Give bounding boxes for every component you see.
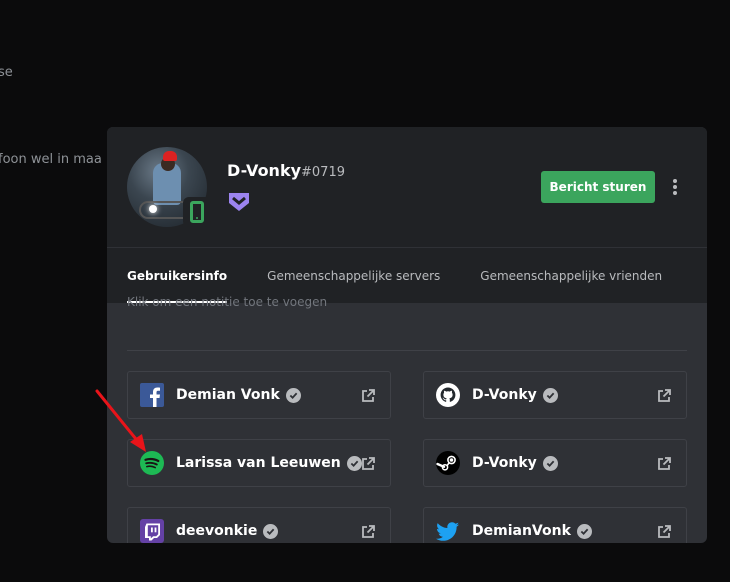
tab-mutual-friends[interactable]: Gemeenschappelijke vrienden: [480, 248, 662, 303]
twitter-icon: [436, 519, 460, 543]
discriminator: #0719: [301, 165, 345, 180]
username-text: D-Vonky: [227, 161, 302, 180]
github-icon: [436, 383, 460, 407]
avatar-santa-hat: [163, 151, 177, 161]
steam-icon: [436, 451, 460, 475]
connection-name: D-Vonky: [472, 455, 537, 471]
twitch-icon: [140, 519, 164, 543]
background-text-2: foon wel in maa: [0, 152, 102, 167]
connection-steam[interactable]: D-Vonky: [423, 439, 687, 487]
connection-github[interactable]: D-Vonky: [423, 371, 687, 419]
verified-check-icon: [263, 523, 279, 539]
external-link-icon[interactable]: [360, 456, 376, 472]
avatar-container[interactable]: [127, 147, 211, 227]
external-link-icon[interactable]: [656, 388, 672, 404]
connection-facebook[interactable]: Demian Vonk: [127, 371, 391, 419]
connection-name: DemianVonk: [472, 523, 571, 539]
send-message-button[interactable]: Bericht sturen: [541, 171, 655, 203]
verified-check-icon: [285, 387, 301, 403]
connection-spotify[interactable]: Larissa van Leeuwen: [127, 439, 391, 487]
connection-twitch[interactable]: deevonkie: [127, 507, 391, 543]
external-link-icon[interactable]: [360, 388, 376, 404]
profile-username[interactable]: D-Vonky#0719: [227, 161, 345, 180]
avatar-light: [149, 205, 157, 213]
content-divider: [127, 350, 687, 351]
external-link-icon[interactable]: [656, 524, 672, 540]
connection-name: D-Vonky: [472, 387, 537, 403]
background-text-1: se: [0, 65, 13, 80]
verified-check-icon: [576, 523, 592, 539]
more-vertical-icon[interactable]: [667, 177, 683, 197]
red-arrow-annotation-icon: [95, 389, 146, 452]
user-profile-modal: D-Vonky#0719 Bericht sturen Gebruikersin…: [107, 127, 707, 543]
external-link-icon[interactable]: [360, 524, 376, 540]
hypesquad-balance-icon[interactable]: [227, 189, 251, 213]
note-input[interactable]: Klik om een notitie toe te voegen: [127, 295, 327, 309]
verified-check-icon: [542, 455, 558, 471]
connection-name: Larissa van Leeuwen: [176, 455, 341, 471]
mobile-phone-icon: [183, 197, 211, 227]
connection-twitter[interactable]: DemianVonk: [423, 507, 687, 543]
connection-name: Demian Vonk: [176, 387, 280, 403]
connection-name: deevonkie: [176, 523, 258, 539]
external-link-icon[interactable]: [656, 456, 672, 472]
verified-check-icon: [542, 387, 558, 403]
